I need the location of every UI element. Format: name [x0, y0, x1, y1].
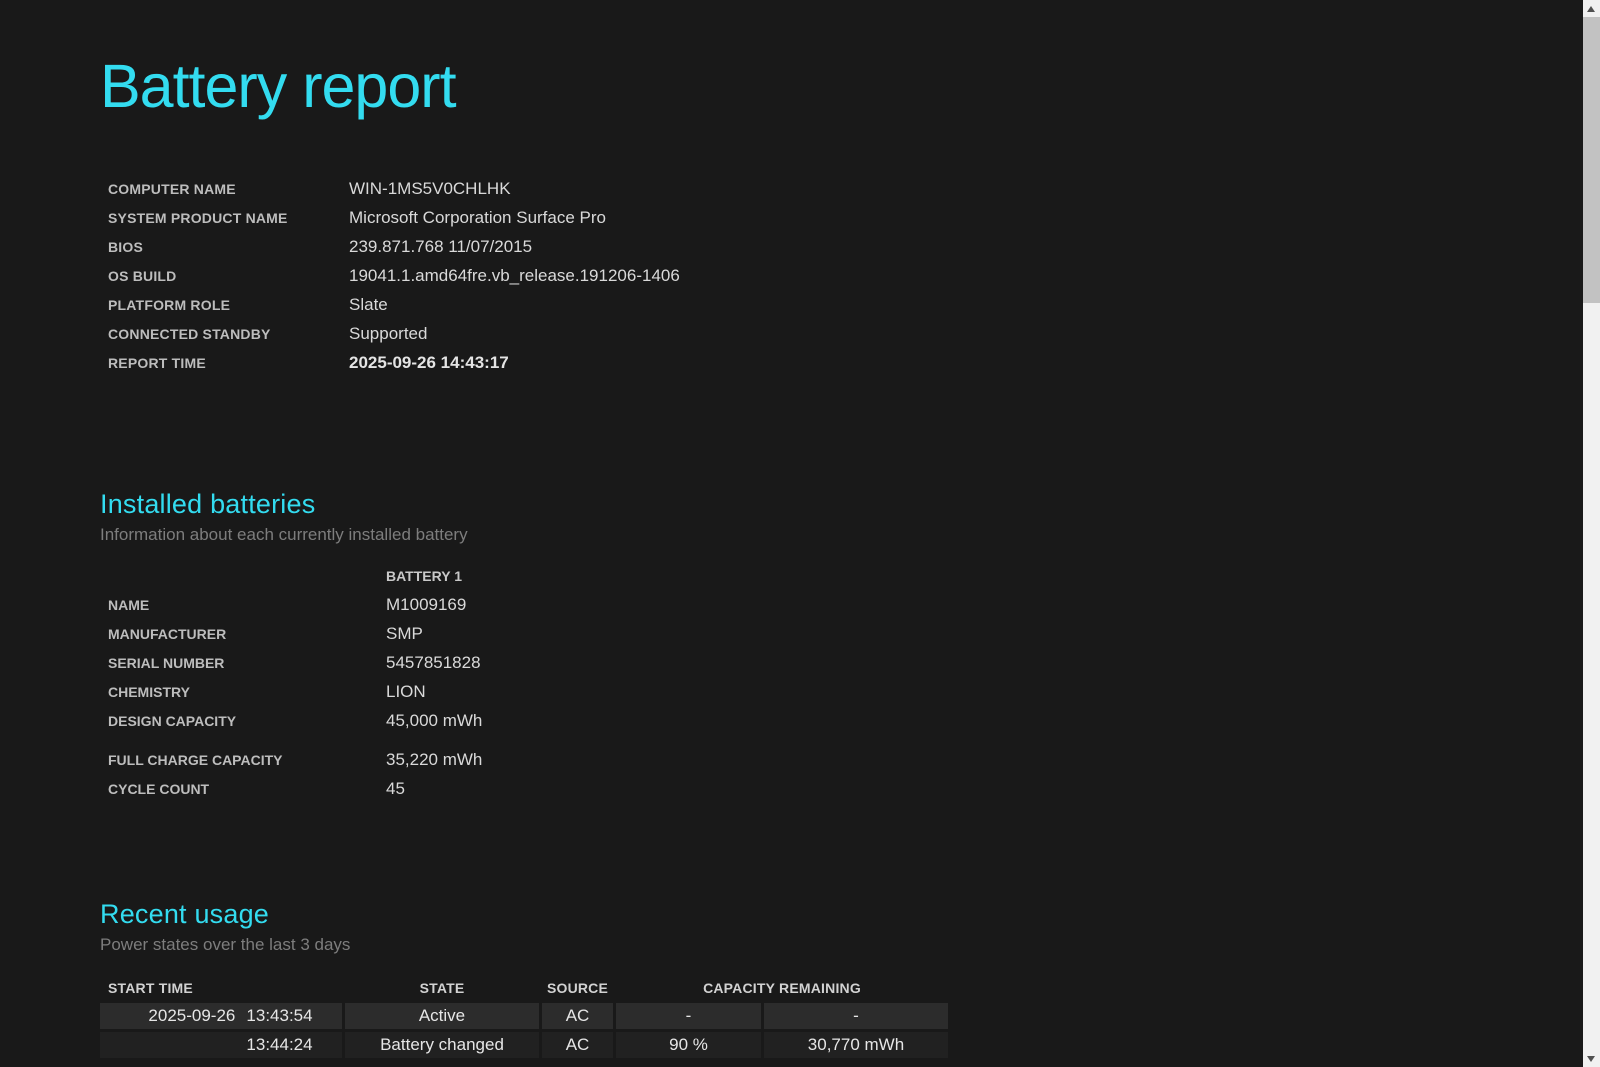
section-heading: Installed batteries: [100, 489, 1500, 520]
table-row: SERIAL NUMBER 5457851828: [100, 648, 482, 677]
info-value: 35,220 mWh: [378, 745, 482, 774]
info-value: SMP: [378, 619, 482, 648]
info-value: 5457851828: [378, 648, 482, 677]
source-cell: AC: [542, 1032, 613, 1058]
state-cell: Battery changed: [345, 1032, 539, 1058]
info-label: COMPUTER NAME: [100, 174, 341, 203]
scroll-up-button[interactable]: [1583, 0, 1600, 17]
info-label: SERIAL NUMBER: [100, 648, 378, 677]
info-label: PLATFORM ROLE: [100, 290, 341, 319]
info-value: 239.871.768 11/07/2015: [341, 232, 680, 261]
table-row: REPORT TIME 2025-09-26 14:43:17: [100, 348, 680, 377]
capacity-mwh-cell: -: [764, 1003, 948, 1029]
table-row: 13:44:24 Battery changed AC 90 % 30,770 …: [100, 1032, 948, 1058]
capacity-percent-cell: 90 %: [616, 1032, 761, 1058]
info-label: FULL CHARGE CAPACITY: [100, 745, 378, 774]
recent-usage-section: Recent usage Power states over the last …: [100, 899, 1500, 1061]
column-header-capacity-remaining: CAPACITY REMAINING: [616, 980, 948, 1000]
scroll-down-button[interactable]: [1583, 1050, 1600, 1067]
start-time-cell: 2025-09-2613:43:54: [100, 1003, 342, 1029]
vertical-scrollbar[interactable]: [1583, 0, 1600, 1067]
info-value: Supported: [341, 319, 680, 348]
recent-usage-table: START TIME STATE SOURCE CAPACITY REMAINI…: [97, 977, 951, 1061]
info-value: Microsoft Corporation Surface Pro: [341, 203, 680, 232]
info-label: REPORT TIME: [100, 348, 341, 377]
table-row: 2025-09-2613:43:54 Active AC - -: [100, 1003, 948, 1029]
table-row: OS BUILD 19041.1.amd64fre.vb_release.191…: [100, 261, 680, 290]
info-value: 45: [378, 774, 482, 803]
table-row: DESIGN CAPACITY 45,000 mWh: [100, 706, 482, 735]
info-value: M1009169: [378, 590, 482, 619]
info-label: CONNECTED STANDBY: [100, 319, 341, 348]
column-header-start-time: START TIME: [100, 980, 342, 1000]
info-value: WIN-1MS5V0CHLHK: [341, 174, 680, 203]
section-subtitle: Information about each currently install…: [100, 525, 1500, 545]
start-time-cell: 13:44:24: [100, 1032, 342, 1058]
table-row: PLATFORM ROLE Slate: [100, 290, 680, 319]
info-label: MANUFACTURER: [100, 619, 378, 648]
installed-batteries-section: Installed batteries Information about ea…: [100, 489, 1500, 803]
state-cell: Active: [345, 1003, 539, 1029]
info-label: DESIGN CAPACITY: [100, 706, 378, 735]
info-label: CYCLE COUNT: [100, 774, 378, 803]
scroll-down-arrow-icon: [1587, 1056, 1595, 1062]
table-row: NAME M1009169: [100, 590, 482, 619]
info-value: 45,000 mWh: [378, 706, 482, 735]
table-row: CONNECTED STANDBY Supported: [100, 319, 680, 348]
table-row: FULL CHARGE CAPACITY 35,220 mWh: [100, 745, 482, 774]
scrollbar-thumb[interactable]: [1583, 17, 1600, 303]
page-title: Battery report: [100, 52, 1500, 120]
time-text: 13:43:54: [246, 1006, 312, 1025]
info-value: 19041.1.amd64fre.vb_release.191206-1406: [341, 261, 680, 290]
table-row: BIOS 239.871.768 11/07/2015: [100, 232, 680, 261]
spacer-row: [100, 735, 482, 745]
table-row: CYCLE COUNT 45: [100, 774, 482, 803]
info-value: Slate: [341, 290, 680, 319]
info-label: BIOS: [100, 232, 341, 261]
column-header-state: STATE: [345, 980, 539, 1000]
table-header-row: START TIME STATE SOURCE CAPACITY REMAINI…: [100, 980, 948, 1000]
battery-report-page: Battery report COMPUTER NAME WIN-1MS5V0C…: [100, 52, 1500, 1061]
source-cell: AC: [542, 1003, 613, 1029]
table-row: SYSTEM PRODUCT NAME Microsoft Corporatio…: [100, 203, 680, 232]
capacity-percent-cell: -: [616, 1003, 761, 1029]
info-label: NAME: [100, 590, 378, 619]
section-heading: Recent usage: [100, 899, 1500, 930]
date-text: 2025-09-26: [137, 1006, 246, 1026]
info-value: LION: [378, 677, 482, 706]
info-label: CHEMISTRY: [100, 677, 378, 706]
table-row: BATTERY 1: [100, 561, 482, 590]
info-label: OS BUILD: [100, 261, 341, 290]
scroll-up-arrow-icon: [1587, 6, 1595, 12]
capacity-mwh-cell: 30,770 mWh: [764, 1032, 948, 1058]
table-row: COMPUTER NAME WIN-1MS5V0CHLHK: [100, 174, 680, 203]
spacer-cell: [100, 561, 378, 590]
system-info-table: COMPUTER NAME WIN-1MS5V0CHLHK SYSTEM PRO…: [100, 174, 680, 377]
table-row: MANUFACTURER SMP: [100, 619, 482, 648]
column-header-source: SOURCE: [542, 980, 613, 1000]
section-subtitle: Power states over the last 3 days: [100, 935, 1500, 955]
info-label: SYSTEM PRODUCT NAME: [100, 203, 341, 232]
battery-column-header: BATTERY 1: [378, 561, 482, 590]
report-time-value: 2025-09-26 14:43:17: [341, 348, 680, 377]
battery-info-table: BATTERY 1 NAME M1009169 MANUFACTURER SMP…: [100, 561, 482, 803]
time-text: 13:44:24: [246, 1035, 312, 1054]
table-row: CHEMISTRY LION: [100, 677, 482, 706]
